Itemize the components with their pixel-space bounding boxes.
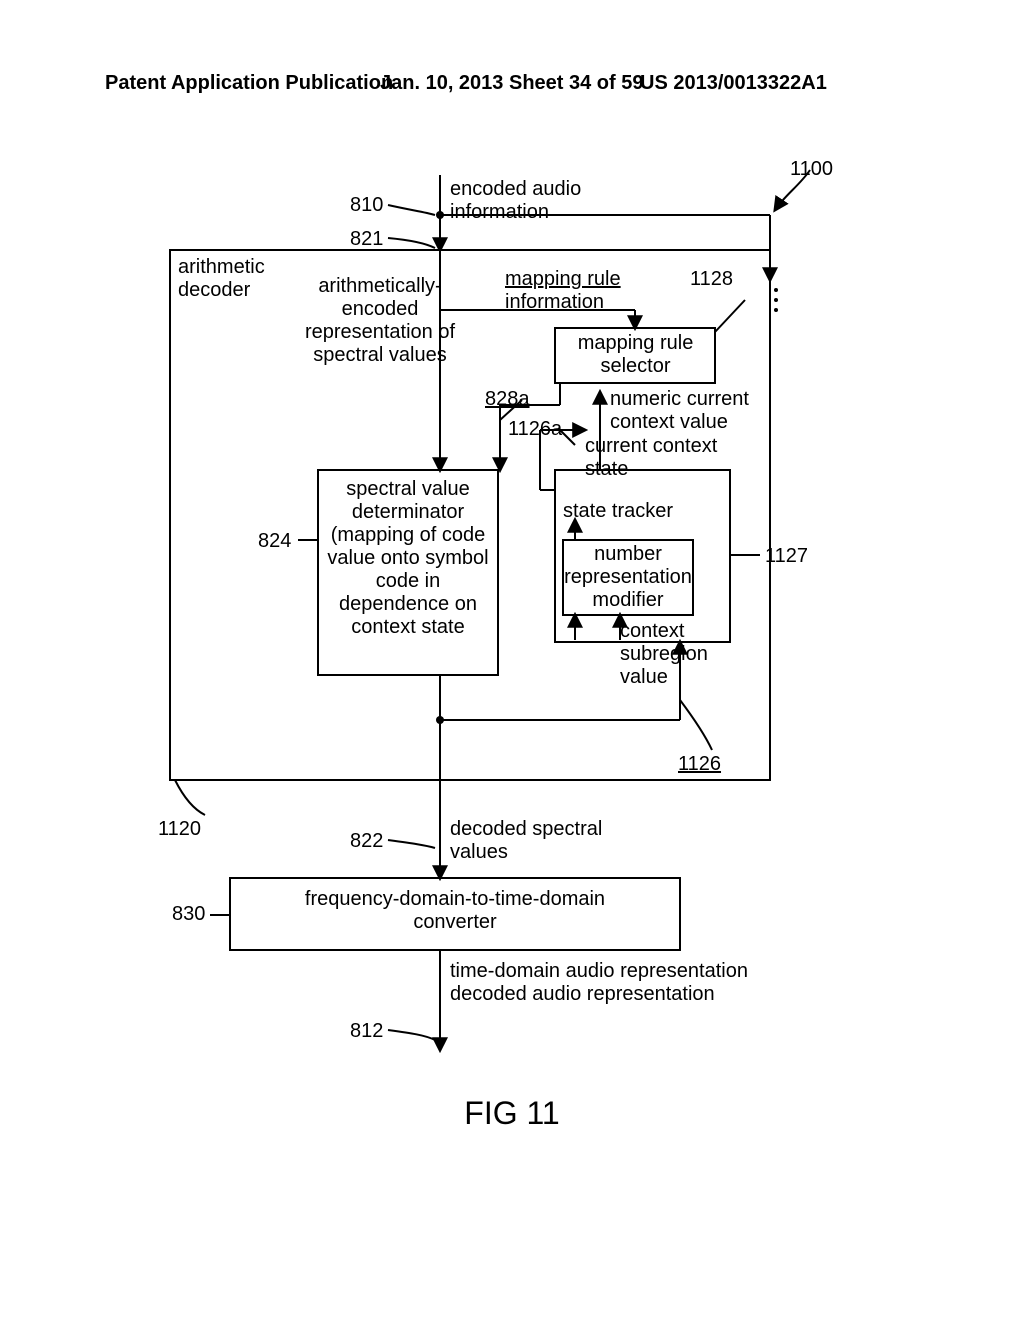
ref-828a: 828a bbox=[485, 388, 530, 411]
ref-821: 821 bbox=[350, 228, 383, 251]
ref-1126: 1126 bbox=[678, 753, 721, 776]
ref-812: 812 bbox=[350, 1020, 383, 1043]
ref-1127: 1127 bbox=[765, 545, 808, 568]
label-arithmetic-decoder: arithmetic decoder bbox=[178, 256, 265, 302]
label-converter: frequency-domain-to-time-domain converte… bbox=[230, 888, 680, 934]
label-decoded-spectral: decoded spectral values bbox=[450, 818, 602, 864]
ref-810: 810 bbox=[350, 194, 383, 217]
label-encoded-audio: encoded audio information bbox=[450, 178, 581, 224]
label-current-context-state: current context state bbox=[585, 435, 717, 481]
ref-830: 830 bbox=[172, 903, 205, 926]
label-number-rep-mod: number representation modifier bbox=[563, 543, 693, 612]
label-mapping-rule-info: mapping rule information bbox=[505, 268, 621, 314]
label-state-tracker: state tracker bbox=[563, 500, 673, 523]
label-spectral-value-det: spectral value determinator (mapping of … bbox=[322, 478, 494, 639]
label-context-subregion-value: context subregion value bbox=[620, 620, 708, 689]
label-mapping-rule-selector: mapping rule selector bbox=[558, 332, 713, 378]
ref-822: 822 bbox=[350, 830, 383, 853]
ref-1126a: 1126a bbox=[508, 418, 562, 441]
ref-1128: 1128 bbox=[690, 268, 733, 291]
ref-1120: 1120 bbox=[158, 818, 201, 841]
figure-caption: FIG 11 bbox=[0, 1095, 1024, 1132]
label-time-domain: time-domain audio representation decoded… bbox=[450, 960, 748, 1006]
label-arith-encoded: arithmetically- encoded representation o… bbox=[290, 275, 470, 367]
ref-1100: 1100 bbox=[790, 158, 833, 181]
page: Patent Application Publication Jan. 10, … bbox=[0, 0, 1024, 1320]
label-numeric-current: numeric current context value bbox=[610, 388, 749, 434]
ref-824: 824 bbox=[258, 530, 291, 553]
